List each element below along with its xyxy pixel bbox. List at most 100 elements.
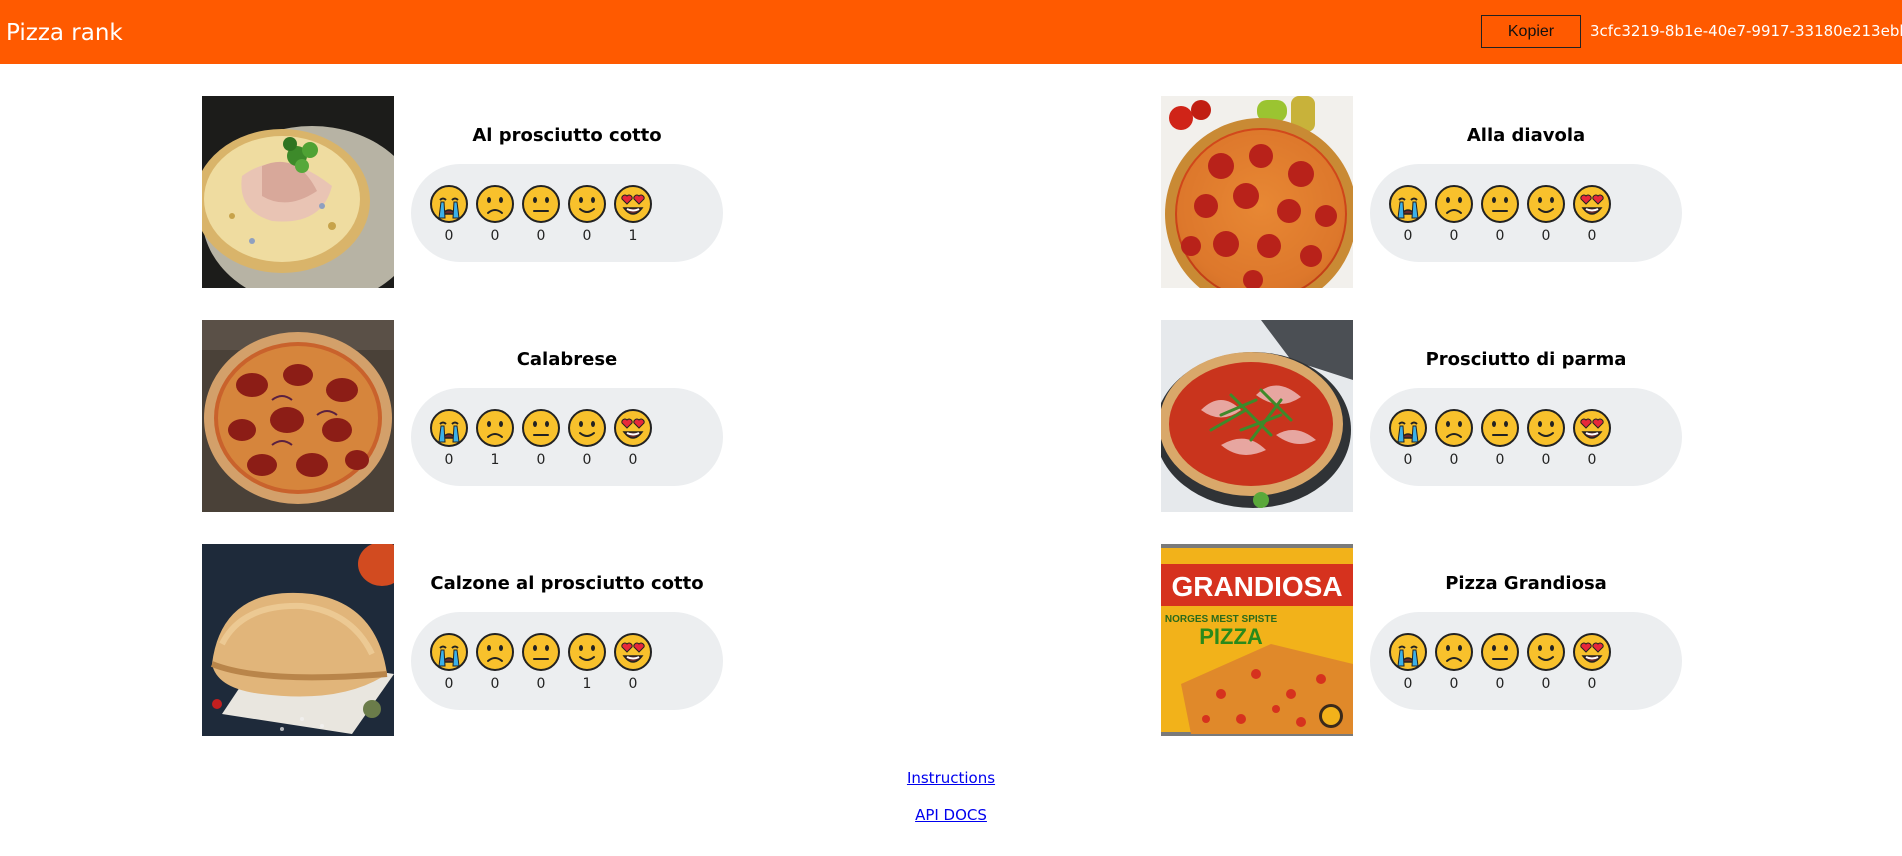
vote-crying-face[interactable]: 0 (427, 184, 471, 246)
heart-eyes-face-icon[interactable] (1572, 408, 1612, 448)
neutral-face-icon[interactable] (521, 632, 561, 672)
grandiosa-box-photo: GRANDIOSA NORGES MEST SPISTE PIZZA (1161, 544, 1353, 736)
calzone-photo (202, 544, 394, 736)
footer-links: Instructions API DOCS (0, 768, 1902, 842)
vote-heart-eyes-face[interactable]: 0 (1570, 184, 1614, 246)
heart-eyes-face-icon[interactable] (1572, 184, 1612, 224)
slightly-frowning-face-icon[interactable] (1434, 184, 1474, 224)
slightly-frowning-face-icon[interactable] (475, 632, 515, 672)
pizza-name: Pizza Grandiosa (1445, 573, 1607, 594)
vote-count: 1 (582, 676, 592, 692)
vote-count: 0 (1541, 452, 1551, 468)
vote-count: 0 (1403, 228, 1413, 244)
vote-heart-eyes-face[interactable]: 0 (611, 632, 655, 694)
vote-count: 0 (1403, 676, 1413, 692)
vote-crying-face[interactable]: 0 (427, 632, 471, 694)
vote-slightly-smiling-face[interactable]: 0 (1524, 184, 1568, 246)
neutral-face-icon[interactable] (521, 408, 561, 448)
pizza-name: Calzone al prosciutto cotto (430, 573, 704, 594)
heart-eyes-face-icon[interactable] (613, 408, 653, 448)
vote-count: 0 (1587, 676, 1597, 692)
vote-crying-face[interactable]: 0 (427, 408, 471, 470)
vote-count: 0 (628, 676, 638, 692)
crying-face-icon[interactable] (1388, 632, 1428, 672)
vote-count: 0 (1587, 452, 1597, 468)
pizza-prosciutto-photo (202, 96, 394, 288)
vote-neutral-face[interactable]: 0 (1478, 408, 1522, 470)
vote-slightly-frowning-face[interactable]: 0 (1432, 632, 1476, 694)
vote-neutral-face[interactable]: 0 (1478, 632, 1522, 694)
vote-count: 0 (582, 452, 592, 468)
pizza-parma-photo (1161, 320, 1353, 512)
slightly-frowning-face-icon[interactable] (1434, 408, 1474, 448)
vote-count: 0 (1495, 452, 1505, 468)
vote-count: 0 (536, 228, 546, 244)
vote-slightly-smiling-face[interactable]: 1 (565, 632, 609, 694)
slightly-smiling-face-icon[interactable] (1526, 632, 1566, 672)
heart-eyes-face-icon[interactable] (1572, 632, 1612, 672)
vote-slightly-smiling-face[interactable]: 0 (565, 184, 609, 246)
vote-heart-eyes-face[interactable]: 0 (1570, 408, 1614, 470)
slightly-smiling-face-icon[interactable] (1526, 408, 1566, 448)
vote-slightly-frowning-face[interactable]: 1 (473, 408, 517, 470)
pizza-name: Al prosciutto cotto (472, 125, 662, 146)
vote-crying-face[interactable]: 0 (1386, 408, 1430, 470)
copy-button[interactable]: Kopier (1481, 15, 1581, 48)
vote-slightly-smiling-face[interactable]: 0 (1524, 632, 1568, 694)
vote-heart-eyes-face[interactable]: 0 (1570, 632, 1614, 694)
api-docs-link[interactable]: API DOCS (0, 805, 1902, 825)
vote-heart-eyes-face[interactable]: 1 (611, 184, 655, 246)
slightly-smiling-face-icon[interactable] (567, 184, 607, 224)
vote-neutral-face[interactable]: 0 (519, 184, 563, 246)
vote-slightly-frowning-face[interactable]: 0 (1432, 408, 1476, 470)
vote-count: 0 (490, 228, 500, 244)
vote-slightly-frowning-face[interactable]: 0 (1432, 184, 1476, 246)
grandiosa-product-text: PIZZA (1199, 624, 1263, 649)
slightly-frowning-face-icon[interactable] (1434, 632, 1474, 672)
crying-face-icon[interactable] (429, 632, 469, 672)
rating-bar: 0 0 0 0 0 (1370, 612, 1682, 710)
neutral-face-icon[interactable] (1480, 632, 1520, 672)
vote-neutral-face[interactable]: 0 (519, 408, 563, 470)
instructions-link[interactable]: Instructions (0, 768, 1902, 788)
crying-face-icon[interactable] (429, 408, 469, 448)
vote-crying-face[interactable]: 0 (1386, 632, 1430, 694)
vote-crying-face[interactable]: 0 (1386, 184, 1430, 246)
neutral-face-icon[interactable] (521, 184, 561, 224)
heart-eyes-face-icon[interactable] (613, 632, 653, 672)
pizza-name: Alla diavola (1466, 125, 1586, 146)
vote-count: 0 (1587, 228, 1597, 244)
slightly-smiling-face-icon[interactable] (567, 408, 607, 448)
heart-eyes-face-icon[interactable] (613, 184, 653, 224)
vote-slightly-frowning-face[interactable]: 0 (473, 184, 517, 246)
rating-bar: 0 0 0 0 1 (411, 164, 723, 262)
vote-count: 0 (490, 676, 500, 692)
vote-neutral-face[interactable]: 0 (1478, 184, 1522, 246)
rating-bar: 0 1 0 0 0 (411, 388, 723, 486)
vote-count: 1 (490, 452, 500, 468)
vote-slightly-smiling-face[interactable]: 0 (1524, 408, 1568, 470)
vote-count: 0 (536, 676, 546, 692)
rating-bar: 0 0 0 0 0 (1370, 164, 1682, 262)
vote-count: 0 (444, 228, 454, 244)
slightly-smiling-face-icon[interactable] (1526, 184, 1566, 224)
vote-count: 0 (1541, 228, 1551, 244)
vote-slightly-smiling-face[interactable]: 0 (565, 408, 609, 470)
slightly-frowning-face-icon[interactable] (475, 408, 515, 448)
slightly-frowning-face-icon[interactable] (475, 184, 515, 224)
vote-count: 0 (1449, 228, 1459, 244)
session-id-text: 3cfc3219-8b1e-40e7-9917-33180e213ebb (1590, 22, 1902, 40)
crying-face-icon[interactable] (429, 184, 469, 224)
neutral-face-icon[interactable] (1480, 408, 1520, 448)
vote-slightly-frowning-face[interactable]: 0 (473, 632, 517, 694)
crying-face-icon[interactable] (1388, 408, 1428, 448)
vote-neutral-face[interactable]: 0 (519, 632, 563, 694)
pizza-card: Calzone al prosciutto cotto 0 0 0 1 0 (202, 544, 782, 736)
pizza-name: Calabrese (516, 349, 618, 370)
vote-heart-eyes-face[interactable]: 0 (611, 408, 655, 470)
neutral-face-icon[interactable] (1480, 184, 1520, 224)
slightly-smiling-face-icon[interactable] (567, 632, 607, 672)
crying-face-icon[interactable] (1388, 184, 1428, 224)
top-bar: Pizza rank Kopier 3cfc3219-8b1e-40e7-991… (0, 0, 1902, 64)
pizza-card: Alla diavola 0 0 0 0 0 (1161, 96, 1741, 288)
